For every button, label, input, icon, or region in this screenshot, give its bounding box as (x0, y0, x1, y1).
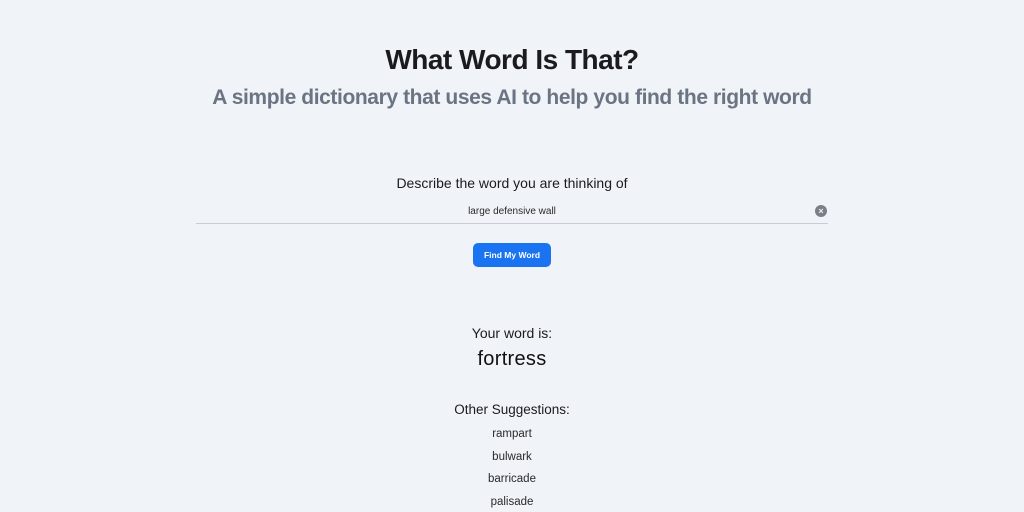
result-word: fortress (477, 348, 547, 370)
clear-icon[interactable]: × (815, 205, 827, 217)
search-input[interactable] (196, 200, 828, 222)
result-label: Your word is: (471, 325, 553, 341)
other-suggestions-label: Other Suggestions: (454, 402, 570, 417)
search-field-container: × (196, 200, 828, 224)
suggestion-item: rampart (492, 428, 532, 440)
page-title: What Word Is That? (385, 44, 639, 75)
suggestion-item: barricade (488, 473, 536, 485)
suggestions-list: rampart bulwark barricade palisade (0, 426, 1024, 512)
search-label: Describe the word you are thinking of (396, 175, 628, 191)
page-subtitle: A simple dictionary that uses AI to help… (212, 86, 812, 109)
find-my-word-button[interactable]: Find My Word (473, 243, 551, 267)
suggestion-item: palisade (490, 495, 534, 508)
page: What Word Is That? A simple dictionary t… (0, 0, 1024, 512)
suggestion-item: bulwark (492, 450, 532, 463)
